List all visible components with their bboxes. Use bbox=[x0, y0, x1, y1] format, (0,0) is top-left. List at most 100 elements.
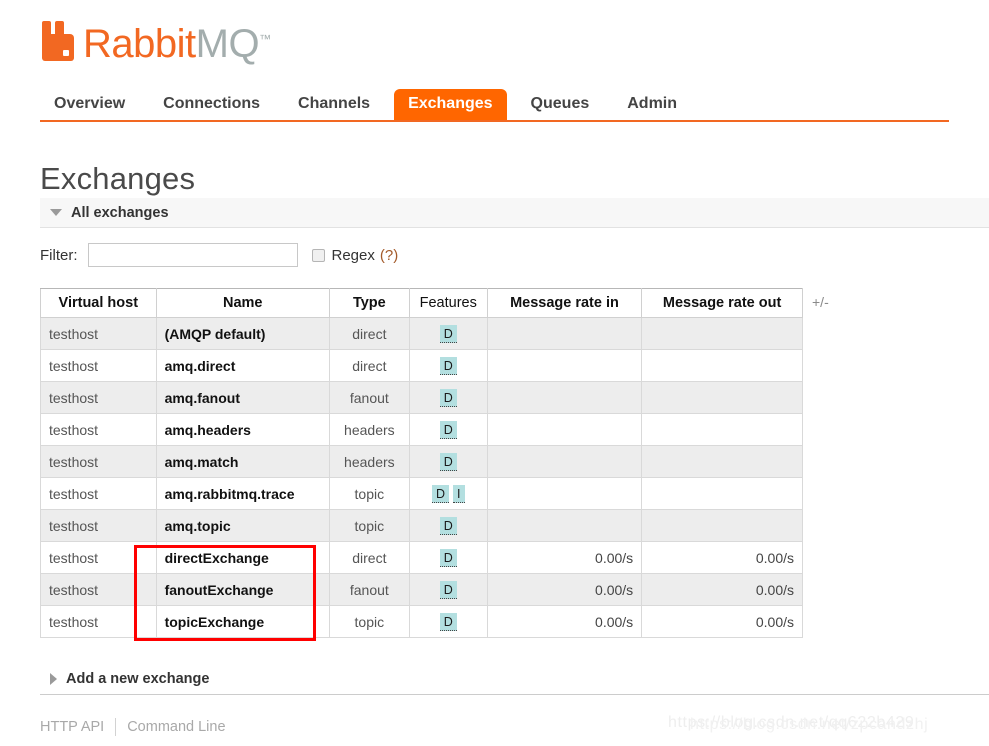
cell-message-rate-out bbox=[641, 381, 803, 414]
tab-queues[interactable]: Queues bbox=[517, 89, 604, 120]
trademark-symbol: ™ bbox=[259, 31, 272, 46]
column-header-virtual-host[interactable]: Virtual host bbox=[40, 288, 157, 318]
feature-badge-i[interactable]: I bbox=[453, 484, 465, 503]
cell-message-rate-in bbox=[486, 509, 643, 542]
logo-rabbit-text: Rabbit bbox=[83, 21, 196, 66]
feature-badge-d[interactable]: D bbox=[439, 580, 457, 599]
cell-message-rate-out bbox=[641, 317, 803, 350]
cell-exchange-name[interactable]: amq.headers bbox=[155, 413, 330, 446]
cell-message-rate-out: 0.00/s bbox=[641, 605, 803, 638]
watermark-text-overlay: https://blog.csdn.net/zpcandzhj bbox=[690, 716, 929, 733]
section-all-exchanges-label: All exchanges bbox=[71, 204, 169, 221]
cell-type: direct bbox=[328, 349, 410, 382]
table-row[interactable]: testhost amq.headers headers D bbox=[40, 413, 803, 446]
main-navigation: Overview Connections Channels Exchanges … bbox=[40, 86, 949, 122]
table-row[interactable]: testhost amq.match headers D bbox=[40, 445, 803, 478]
footer-link-http-api[interactable]: HTTP API bbox=[40, 719, 104, 735]
cell-features: D bbox=[408, 349, 488, 382]
filter-input[interactable] bbox=[87, 243, 298, 267]
table-row[interactable]: testhost amq.fanout fanout D bbox=[40, 381, 803, 414]
cell-message-rate-in bbox=[486, 477, 643, 510]
cell-exchange-name[interactable]: amq.direct bbox=[155, 349, 330, 382]
section-add-exchange-header[interactable]: Add a new exchange bbox=[40, 663, 989, 695]
column-header-type[interactable]: Type bbox=[328, 288, 410, 318]
feature-badge-d[interactable]: D bbox=[439, 612, 457, 631]
cell-features: D bbox=[408, 381, 488, 414]
cell-features: D bbox=[408, 317, 488, 350]
feature-badge-d[interactable]: D bbox=[439, 420, 457, 439]
cell-virtual-host: testhost bbox=[40, 509, 157, 542]
tab-exchanges[interactable]: Exchanges bbox=[394, 89, 507, 120]
cell-virtual-host: testhost bbox=[40, 541, 157, 574]
column-toggle-button[interactable]: +/- bbox=[812, 294, 829, 310]
cell-virtual-host: testhost bbox=[40, 573, 157, 606]
cell-exchange-name[interactable]: amq.match bbox=[155, 445, 330, 478]
cell-exchange-name[interactable]: amq.topic bbox=[155, 509, 330, 542]
cell-message-rate-out bbox=[641, 509, 803, 542]
feature-badge-d[interactable]: D bbox=[439, 356, 457, 375]
nav-item-overview[interactable]: Overview bbox=[40, 89, 139, 120]
cell-features: D bbox=[408, 445, 488, 478]
rabbitmq-logo: RabbitMQ™ bbox=[40, 12, 271, 70]
rabbit-logo-icon bbox=[40, 21, 78, 61]
cell-virtual-host: testhost bbox=[40, 605, 157, 638]
table-row[interactable]: testhost directExchange direct D 0.00/s 0.00/… bbox=[40, 541, 803, 574]
cell-features: D bbox=[408, 605, 488, 638]
footer-link-command-line[interactable]: Command Line bbox=[127, 719, 225, 735]
feature-badge-d[interactable]: D bbox=[439, 452, 457, 471]
footer: HTTP API Command Line bbox=[40, 718, 226, 736]
feature-badge-d[interactable]: D bbox=[439, 516, 457, 535]
cell-type: headers bbox=[328, 445, 410, 478]
cell-message-rate-out bbox=[641, 413, 803, 446]
cell-exchange-name[interactable]: topicExchange bbox=[155, 605, 330, 638]
column-header-message-rate-in[interactable]: Message rate in bbox=[486, 288, 643, 318]
feature-badge-d[interactable]: D bbox=[439, 548, 457, 567]
tab-channels[interactable]: Channels bbox=[284, 89, 384, 120]
cell-virtual-host: testhost bbox=[40, 381, 157, 414]
cell-exchange-name[interactable]: (AMQP default) bbox=[155, 317, 330, 350]
section-all-exchanges-header[interactable]: All exchanges bbox=[40, 198, 989, 228]
regex-help-icon[interactable]: (?) bbox=[380, 247, 398, 264]
cell-type: topic bbox=[328, 509, 410, 542]
column-header-message-rate-out[interactable]: Message rate out bbox=[641, 288, 803, 318]
feature-badge-d[interactable]: D bbox=[432, 484, 450, 503]
nav-item-exchanges[interactable]: Exchanges bbox=[394, 89, 507, 120]
cell-message-rate-out bbox=[641, 349, 803, 382]
column-header-name[interactable]: Name bbox=[155, 288, 330, 318]
cell-type: fanout bbox=[328, 381, 410, 414]
chevron-down-icon[interactable] bbox=[50, 209, 62, 216]
cell-features: D bbox=[408, 413, 488, 446]
cell-exchange-name[interactable]: directExchange bbox=[155, 541, 330, 574]
table-row[interactable]: testhost topicExchange topic D 0.00/s 0.00/s bbox=[40, 605, 803, 638]
cell-virtual-host: testhost bbox=[40, 477, 157, 510]
table-row[interactable]: testhost fanoutExchange fanout D 0.00/s 0.00/… bbox=[40, 573, 803, 606]
table-row[interactable]: testhost amq.topic topic D bbox=[40, 509, 803, 542]
tab-admin[interactable]: Admin bbox=[613, 89, 691, 120]
footer-divider bbox=[115, 718, 117, 736]
feature-badge-d[interactable]: D bbox=[439, 324, 457, 343]
chevron-right-icon[interactable] bbox=[50, 672, 57, 685]
feature-badge-d[interactable]: D bbox=[439, 388, 457, 407]
cell-exchange-name[interactable]: amq.fanout bbox=[155, 381, 330, 414]
cell-exchange-name[interactable]: amq.rabbitmq.trace bbox=[155, 477, 330, 510]
regex-checkbox[interactable] bbox=[311, 248, 325, 262]
cell-exchange-name[interactable]: fanoutExchange bbox=[155, 573, 330, 606]
cell-message-rate-in: 0.00/s bbox=[486, 541, 643, 574]
cell-features: D bbox=[408, 509, 488, 542]
cell-features: D bbox=[408, 541, 488, 574]
tab-overview[interactable]: Overview bbox=[40, 89, 139, 120]
column-header-features: Features bbox=[408, 288, 488, 318]
page-title: Exchanges bbox=[40, 160, 196, 196]
table-row[interactable]: testhost (AMQP default) direct D bbox=[40, 317, 803, 350]
nav-item-queues[interactable]: Queues bbox=[517, 89, 604, 120]
table-row[interactable]: testhost amq.direct direct D bbox=[40, 349, 803, 382]
table-row[interactable]: testhost amq.rabbitmq.trace topic D I bbox=[40, 477, 803, 510]
filter-label: Filter: bbox=[40, 246, 78, 264]
cell-virtual-host: testhost bbox=[40, 445, 157, 478]
nav-item-admin[interactable]: Admin bbox=[613, 89, 691, 120]
nav-item-connections[interactable]: Connections bbox=[149, 89, 274, 120]
table-header-row: Virtual host Name Type Features Message … bbox=[40, 288, 803, 318]
tab-connections[interactable]: Connections bbox=[149, 89, 274, 120]
watermark: https://blog.csdn.net/qq622b429 https://… bbox=[668, 714, 928, 733]
nav-item-channels[interactable]: Channels bbox=[284, 89, 384, 120]
